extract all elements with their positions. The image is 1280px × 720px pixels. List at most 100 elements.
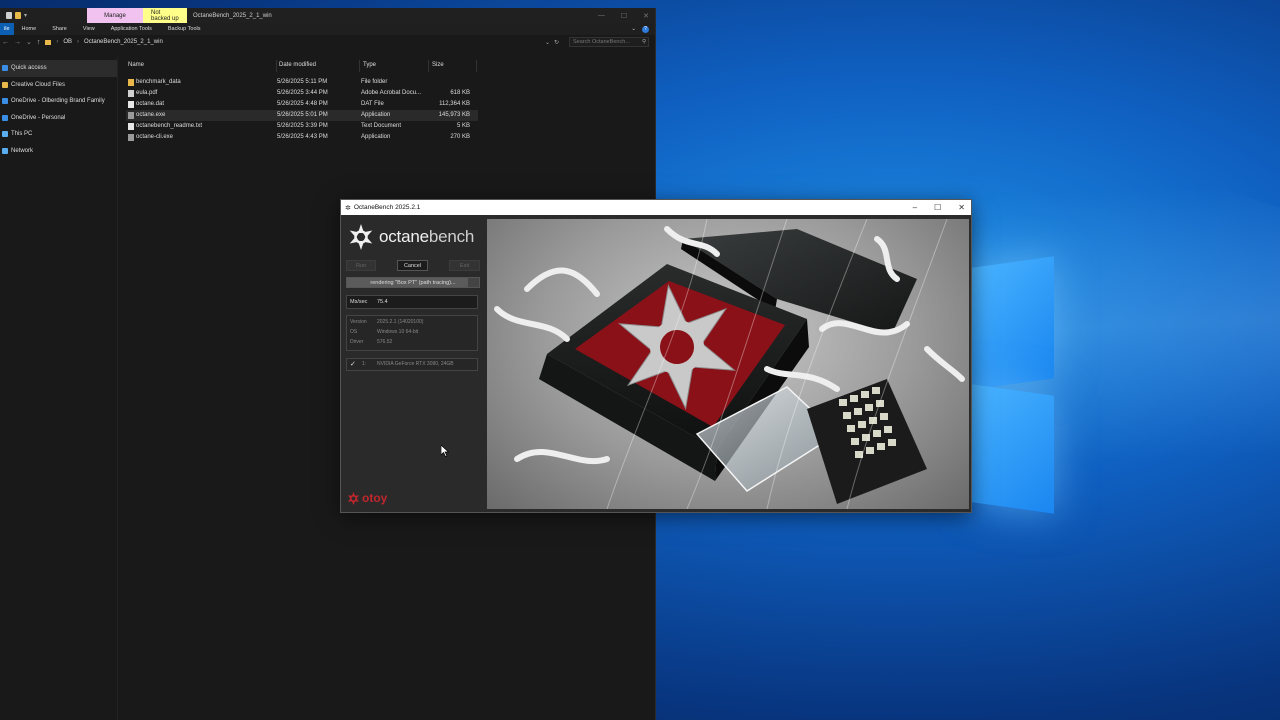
file-type: Application — [361, 112, 391, 118]
sidebar-item[interactable]: This PC — [0, 126, 117, 143]
sidebar-item[interactable]: Quick access — [0, 60, 117, 77]
octanebench-titlebar: ✲ OctaneBench 2025.2.1 – ☐ ✕ — [341, 200, 971, 215]
info-value: 576.52 — [377, 339, 393, 345]
breadcrumb-separator-icon: › — [77, 39, 80, 45]
cloud-icon — [2, 98, 8, 105]
pdf-icon — [128, 90, 134, 97]
file-row[interactable]: octane.exe 5/26/2025 5:01 PM Application 14… — [126, 110, 478, 121]
tab-manage[interactable]: Manage — [87, 8, 144, 23]
exit-button[interactable]: Exit — [449, 260, 480, 271]
file-row[interactable]: octane.dat 5/26/2025 4:48 PM DAT File 112,3… — [126, 99, 478, 110]
file-date: 5/26/2025 3:44 PM — [277, 90, 328, 96]
cancel-button[interactable]: Cancel — [397, 260, 428, 271]
file-date: 5/26/2025 5:01 PM — [277, 112, 328, 118]
quick-access-toolbar: ▾ — [0, 12, 27, 19]
sidebar-item[interactable]: Creative Cloud Files — [0, 77, 117, 94]
tab-view[interactable]: View — [75, 26, 103, 32]
back-arrow-icon[interactable]: ← — [2, 39, 9, 46]
file-size: 112,364 KB — [439, 101, 470, 107]
file-name: octane.dat — [136, 101, 165, 107]
help-icon[interactable]: ? — [642, 25, 649, 33]
info-label: Driver — [350, 339, 364, 345]
recent-locations-icon[interactable]: ⌄ — [26, 38, 32, 46]
column-divider[interactable] — [476, 60, 477, 72]
minimize-icon[interactable]: – — [913, 203, 917, 212]
text-file-icon — [128, 123, 134, 130]
brand-octane: octane — [379, 227, 429, 246]
sidebar-item[interactable]: OneDrive - Olberding Brand Family — [0, 93, 117, 110]
column-size[interactable]: Size — [432, 62, 444, 68]
column-type[interactable]: Type — [363, 62, 376, 68]
file-size: 145,973 KB — [438, 112, 470, 118]
octanebench-logo: octanebench — [346, 222, 474, 252]
tab-home[interactable]: Home — [14, 26, 45, 32]
file-row[interactable]: octanebench_readme.txt 5/26/2025 3:39 PM T… — [126, 121, 478, 132]
progress-label: rendering "Box PT" (path tracing)... — [370, 280, 456, 286]
maximize-icon[interactable]: ☐ — [621, 12, 627, 20]
info-version: Version 2025.2.1 (14020100) — [350, 319, 474, 329]
ms-per-sec-readout: Ms/sec 75.4 — [346, 295, 478, 309]
computer-icon — [2, 131, 8, 138]
breadcrumb-current[interactable]: OctaneBench_2025_2_1_win — [84, 39, 163, 45]
expand-ribbon-icon[interactable]: ⌄ — [631, 26, 636, 33]
breadcrumb-root[interactable]: OB — [63, 39, 72, 45]
checkmark-icon[interactable]: ✓ — [350, 361, 356, 368]
address-dropdown-icon[interactable]: ⌄ — [545, 39, 550, 46]
column-divider[interactable] — [359, 60, 360, 72]
file-icon — [128, 101, 134, 108]
file-name: eula.pdf — [136, 90, 158, 96]
file-type: Text Document — [361, 123, 402, 129]
file-row[interactable]: octane-cli.exe 5/26/2025 4:43 PM Applicati… — [126, 132, 478, 143]
control-panel: octanebench Run Cancel Exit rendering "B… — [341, 215, 486, 512]
forward-arrow-icon[interactable]: → — [14, 39, 21, 46]
gpu-name: NVIDIA GeForce RTX 3090, 24GB — [377, 361, 454, 367]
window-controls: — ☐ ✕ — [598, 8, 649, 23]
search-placeholder: Search OctaneBench... — [573, 39, 630, 45]
folder-icon — [2, 81, 8, 88]
refresh-icon[interactable]: ↻ — [554, 39, 559, 46]
file-date: 5/26/2025 4:43 PM — [277, 134, 328, 140]
column-date[interactable]: Date modified — [279, 62, 316, 68]
tab-application-tools[interactable]: Application Tools — [103, 26, 160, 32]
file-type: Adobe Acrobat Docu... — [361, 90, 422, 96]
file-size: 270 KB — [450, 134, 470, 140]
properties-icon[interactable] — [6, 12, 12, 19]
folder-icon — [128, 79, 134, 86]
info-os: OS Windows 10 64-bit — [350, 329, 474, 339]
file-date: 5/26/2025 5:11 PM — [277, 79, 328, 85]
file-name: benchmark_data — [136, 79, 181, 85]
close-icon[interactable]: ✕ — [643, 12, 649, 20]
file-type: File folder — [361, 79, 388, 85]
window-controls: – ☐ ✕ — [913, 203, 965, 212]
system-info: Version 2025.2.1 (14020100) OS Windows 1… — [346, 315, 478, 351]
minimize-icon[interactable]: — — [598, 12, 605, 19]
tab-file[interactable]: ile — [0, 23, 14, 35]
customize-arrow-icon[interactable]: ▾ — [24, 12, 27, 19]
column-name[interactable]: Name — [128, 62, 144, 68]
new-folder-icon[interactable] — [15, 12, 21, 19]
file-row[interactable]: eula.pdf 5/26/2025 3:44 PM Adobe Acrobat D… — [126, 88, 478, 99]
info-label: OS — [350, 329, 358, 335]
tab-backup-tools[interactable]: Backup Tools — [160, 26, 209, 32]
sidebar-item-label: This PC — [11, 131, 33, 138]
run-button[interactable]: Run — [346, 260, 376, 271]
info-label: Version — [350, 319, 367, 325]
sidebar-item[interactable]: OneDrive - Personal — [0, 110, 117, 127]
file-row[interactable]: benchmark_data 5/26/2025 5:11 PM File fold… — [126, 77, 478, 88]
maximize-icon[interactable]: ☐ — [934, 203, 941, 212]
tab-share[interactable]: Share — [44, 26, 75, 32]
sidebar-item-label: Creative Cloud Files — [11, 81, 66, 88]
ms-label: Ms/sec — [350, 299, 368, 305]
column-divider[interactable] — [428, 60, 429, 72]
search-input[interactable]: Search OctaneBench... ⚲ — [569, 37, 649, 47]
up-arrow-icon[interactable]: ↑ — [37, 39, 41, 46]
gpu-list-item[interactable]: ✓ 1: NVIDIA GeForce RTX 3090, 24GB — [346, 358, 478, 371]
file-date: 5/26/2025 3:39 PM — [277, 123, 328, 129]
file-size: 618 KB — [450, 90, 470, 96]
sidebar-item[interactable]: Network — [0, 143, 117, 160]
tab-not-backed-up[interactable]: Not backed up — [143, 8, 188, 23]
column-divider[interactable] — [276, 60, 277, 72]
sidebar-item-label: OneDrive - Olberding Brand Family — [11, 98, 105, 105]
close-icon[interactable]: ✕ — [958, 203, 965, 212]
file-size: 5 KB — [456, 123, 470, 129]
